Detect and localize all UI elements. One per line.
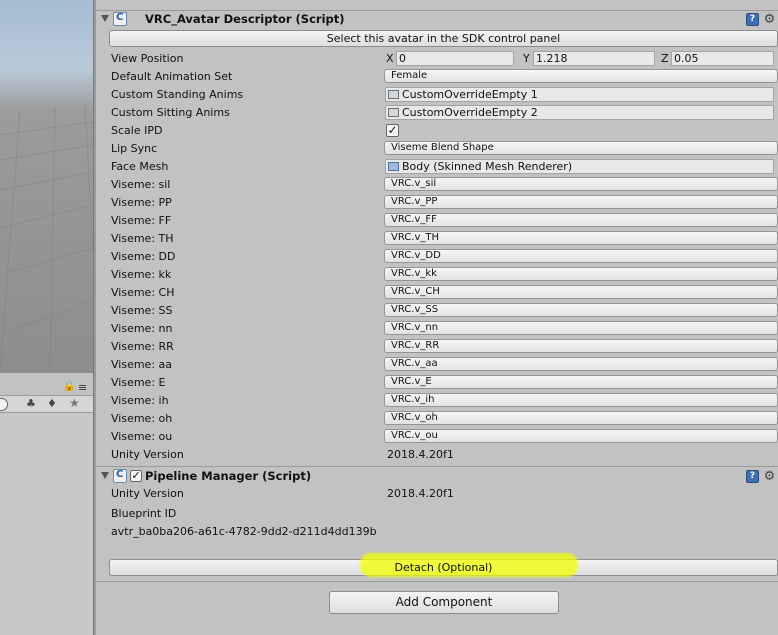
component-title: VRC_Avatar Descriptor (Script) <box>145 12 345 26</box>
viseme-dropdown[interactable]: VRC.v_E <box>384 375 778 389</box>
foldout-arrow-icon[interactable] <box>101 472 109 479</box>
face-mesh-field[interactable]: Body (Skinned Mesh Renderer) <box>385 159 774 174</box>
face-mesh-label: Face Mesh <box>111 160 169 173</box>
animator-override-icon <box>388 90 399 99</box>
lip-sync-label: Lip Sync <box>111 142 158 155</box>
lock-icon[interactable]: 🔒 <box>63 381 75 392</box>
unity-version-label: Unity Version <box>111 448 184 461</box>
viseme-dropdown[interactable]: VRC.v_DD <box>384 249 778 263</box>
default-animation-set-dropdown[interactable]: Female <box>384 69 778 83</box>
viseme-dropdown[interactable]: VRC.v_kk <box>384 267 778 281</box>
inspector-panel: VRC_Avatar Descriptor (Script) ? ⚙ Selec… <box>96 0 778 635</box>
viseme-dropdown[interactable]: VRC.v_PP <box>384 195 778 209</box>
script-icon <box>113 469 127 483</box>
viseme-dropdown[interactable]: VRC.v_aa <box>384 357 778 371</box>
help-icon[interactable]: ? <box>746 13 759 26</box>
gear-icon[interactable]: ⚙ <box>763 13 776 26</box>
scale-ipd-label: Scale IPD <box>111 124 163 137</box>
viseme-label: Viseme: CH <box>111 286 175 299</box>
viseme-label: Viseme: nn <box>111 322 173 335</box>
lip-sync-dropdown[interactable]: Viseme Blend Shape <box>384 141 778 155</box>
pipeline-manager-header[interactable]: ✓ Pipeline Manager (Script) ? ⚙ <box>96 468 778 486</box>
viseme-label: Viseme: SS <box>111 304 173 317</box>
viseme-dropdown[interactable]: VRC.v_FF <box>384 213 778 227</box>
divider <box>96 466 778 467</box>
viseme-label: Viseme: aa <box>111 358 173 371</box>
viseme-label: Viseme: ih <box>111 394 169 407</box>
viseme-label: Viseme: PP <box>111 196 172 209</box>
viseme-label: Viseme: DD <box>111 250 176 263</box>
custom-sitting-anims-value: CustomOverrideEmpty 2 <box>402 106 538 119</box>
view-position-x-label[interactable]: X <box>386 52 394 65</box>
custom-standing-anims-field[interactable]: CustomOverrideEmpty 1 <box>385 87 774 102</box>
blueprint-id-label: Blueprint ID <box>111 507 177 520</box>
animator-override-icon <box>388 108 399 117</box>
viseme-label: Viseme: TH <box>111 232 174 245</box>
divider <box>96 581 778 582</box>
viseme-dropdown[interactable]: VRC.v_nn <box>384 321 778 335</box>
viseme-label: Viseme: E <box>111 376 166 389</box>
custom-sitting-anims-field[interactable]: CustomOverrideEmpty 2 <box>385 105 774 120</box>
viseme-dropdown[interactable]: VRC.v_CH <box>384 285 778 299</box>
viseme-dropdown[interactable]: VRC.v_SS <box>384 303 778 317</box>
hierarchy-panel: 🔒 ≡ ♣ ♦ ★ <box>0 373 93 635</box>
select-avatar-sdk-button[interactable]: Select this avatar in the SDK control pa… <box>109 30 778 47</box>
view-position-z-label[interactable]: Z <box>661 52 669 65</box>
script-icon <box>113 12 127 26</box>
search-circle-icon[interactable] <box>0 398 8 411</box>
viseme-dropdown[interactable]: VRC.v_ou <box>384 429 778 443</box>
tag-icon[interactable]: ♦ <box>47 397 57 410</box>
viseme-dropdown[interactable]: VRC.v_ih <box>384 393 778 407</box>
gear-icon[interactable]: ⚙ <box>763 470 776 483</box>
unity-version-value: 2018.4.20f1 <box>387 487 454 500</box>
custom-standing-anims-label: Custom Standing Anims <box>111 88 244 101</box>
detach-button-label: Detach (Optional) <box>394 561 493 574</box>
hierarchy-list[interactable] <box>0 413 93 635</box>
viseme-label: Viseme: oh <box>111 412 173 425</box>
view-position-z-field[interactable]: 0.05 <box>671 51 774 66</box>
viseme-label: Viseme: kk <box>111 268 172 281</box>
scene-grid <box>0 105 93 373</box>
face-mesh-value: Body (Skinned Mesh Renderer) <box>402 160 573 173</box>
scene-view[interactable] <box>0 0 93 373</box>
viseme-label: Viseme: FF <box>111 214 172 227</box>
custom-sitting-anims-label: Custom Sitting Anims <box>111 106 230 119</box>
skinned-mesh-icon <box>388 162 399 171</box>
default-animation-set-label: Default Animation Set <box>111 70 233 83</box>
component-title: Pipeline Manager (Script) <box>145 469 312 483</box>
viseme-dropdown[interactable]: VRC.v_sil <box>384 177 778 191</box>
help-icon[interactable]: ? <box>746 470 759 483</box>
viseme-label: Viseme: RR <box>111 340 174 353</box>
viseme-dropdown[interactable]: VRC.v_TH <box>384 231 778 245</box>
view-position-x-field[interactable]: 0 <box>396 51 514 66</box>
add-component-button[interactable]: Add Component <box>329 591 559 614</box>
unity-version-value: 2018.4.20f1 <box>387 448 454 461</box>
filter-icon[interactable]: ♣ <box>26 397 36 410</box>
menu-icon[interactable]: ≡ <box>78 381 87 394</box>
pipeline-enabled-checkbox[interactable]: ✓ <box>130 470 142 482</box>
viseme-label: Viseme: sil <box>111 178 171 191</box>
viseme-dropdown[interactable]: VRC.v_RR <box>384 339 778 353</box>
foldout-arrow-icon[interactable] <box>101 15 109 22</box>
hierarchy-search-bar: ♣ ♦ ★ <box>0 395 93 413</box>
unity-version-label: Unity Version <box>111 487 184 500</box>
view-position-y-label[interactable]: Y <box>523 52 530 65</box>
scale-ipd-checkbox[interactable]: ✓ <box>386 124 399 137</box>
star-icon[interactable]: ★ <box>69 396 80 410</box>
viseme-dropdown[interactable]: VRC.v_oh <box>384 411 778 425</box>
blueprint-id-value[interactable]: avtr_ba0ba206-a61c-4782-9dd2-d211d4dd139… <box>111 525 377 538</box>
view-position-y-field[interactable]: 1.218 <box>533 51 655 66</box>
view-position-label: View Position <box>111 52 184 65</box>
vrc-avatar-descriptor-header[interactable]: VRC_Avatar Descriptor (Script) ? ⚙ <box>96 11 778 29</box>
custom-standing-anims-value: CustomOverrideEmpty 1 <box>402 88 538 101</box>
viseme-label: Viseme: ou <box>111 430 173 443</box>
